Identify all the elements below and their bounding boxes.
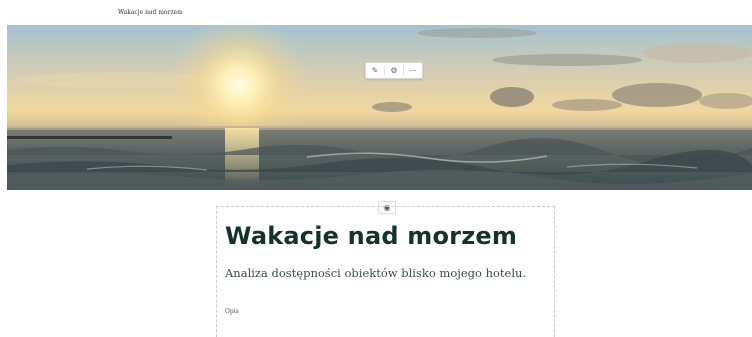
gear-icon[interactable]: ⚙ [385, 63, 403, 78]
pencil-icon[interactable]: ✎ [366, 63, 384, 78]
site-title[interactable]: Wakacje nad morzem [118, 9, 183, 16]
page-subtitle[interactable]: Analiza dostępności obiektów blisko moje… [225, 266, 526, 280]
hero-toolbar: ✎ ⚙ ⋯ [365, 62, 423, 79]
page-title[interactable]: Wakacje nad morzem [225, 222, 517, 250]
content-block[interactable]: Wakacje nad morzem Analiza dostępności o… [216, 206, 555, 337]
hero-image[interactable]: ✎ ⚙ ⋯ [7, 25, 752, 190]
description-label[interactable]: Opis [225, 308, 239, 315]
top-bar: Wakacje nad morzem [0, 0, 752, 24]
more-icon[interactable]: ⋯ [404, 63, 422, 78]
hero-image-sunset [7, 25, 752, 190]
